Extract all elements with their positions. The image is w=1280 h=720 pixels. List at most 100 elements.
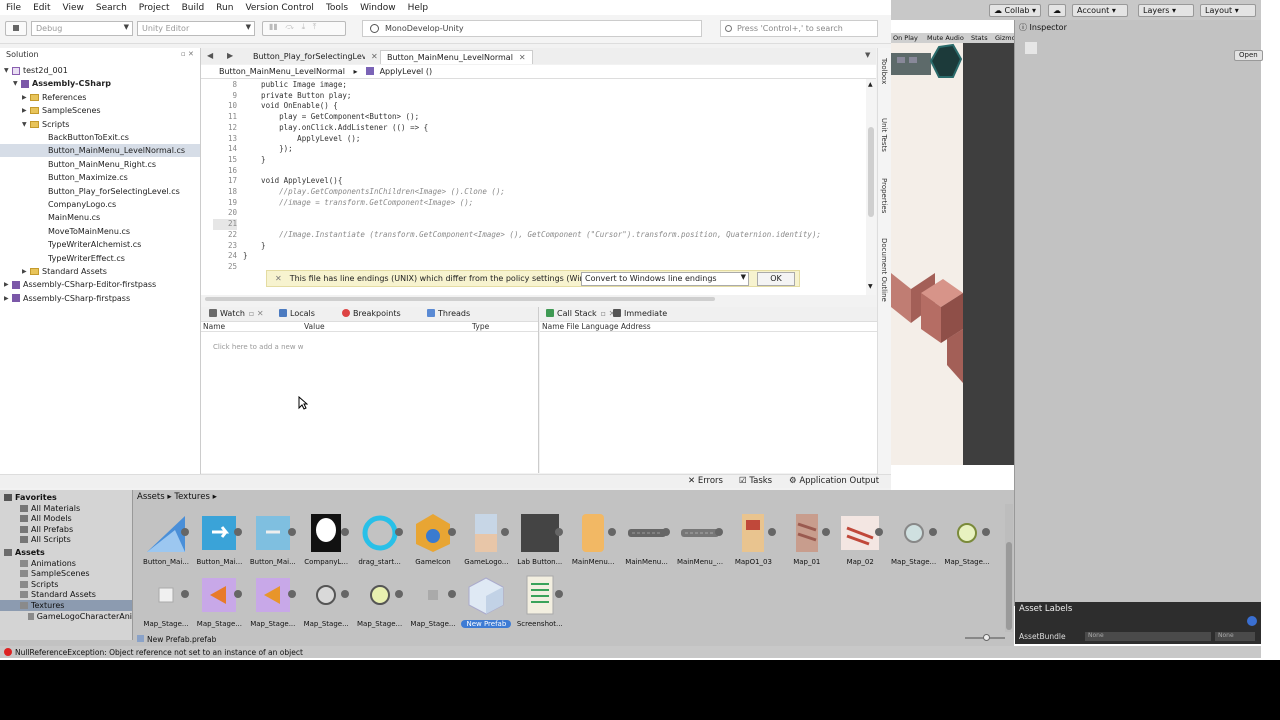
open-button[interactable]: Open xyxy=(1234,50,1263,61)
menu-view[interactable]: View xyxy=(57,3,90,13)
add-watch-hint[interactable]: Click here to add a new w xyxy=(213,343,304,351)
asset-item[interactable]: Map_Stage... xyxy=(408,574,458,632)
asset-item[interactable]: Map_01 xyxy=(782,512,832,570)
expand-arrow-icon[interactable] xyxy=(982,528,990,536)
code-line[interactable]: private Button play; xyxy=(243,91,351,100)
project-breadcrumb[interactable]: Assets ▸ Textures ▸ xyxy=(137,492,217,502)
collapsed-arrow-icon[interactable]: ▶ xyxy=(22,107,30,114)
asset-bundle-variant-select[interactable]: None xyxy=(1215,632,1255,641)
asset-item[interactable]: Screenshot... xyxy=(515,574,565,632)
cloud-button[interactable]: ☁ xyxy=(1048,4,1066,17)
project-tree-item[interactable]: All Scripts xyxy=(0,534,132,545)
expand-arrow-icon[interactable] xyxy=(821,528,830,536)
pad-close-icon[interactable]: ▫ ✕ xyxy=(181,50,194,58)
expand-arrow-icon[interactable] xyxy=(448,528,456,536)
asset-item[interactable]: CompanyL... xyxy=(301,512,351,570)
scroll-thumb[interactable] xyxy=(868,127,874,217)
menu-project[interactable]: Project xyxy=(133,3,176,13)
project-tree-item[interactable]: SampleScenes xyxy=(0,568,132,579)
close-icon[interactable]: ✕ xyxy=(519,53,526,62)
project-tree-item[interactable]: All Models xyxy=(0,513,132,524)
solution-item[interactable]: ▼ Scripts xyxy=(0,118,200,131)
errors-button[interactable]: ✕ Errors xyxy=(688,476,723,486)
console-status-bar[interactable]: NullReferenceException: Object reference… xyxy=(0,646,1261,658)
solution-item[interactable]: ▶ Standard Assets xyxy=(0,265,200,278)
tab-watch[interactable]: Watch ▫ ✕ xyxy=(209,309,264,318)
editor-vertical-scrollbar[interactable]: ▲ ▼ xyxy=(866,79,876,295)
expand-arrow-icon[interactable] xyxy=(234,590,243,598)
expand-arrow-icon[interactable] xyxy=(875,528,884,536)
code-line[interactable]: } xyxy=(243,251,248,260)
project-tree-item[interactable]: Favorites xyxy=(0,492,132,503)
code-line[interactable]: play.onClick.AddListener (() => { xyxy=(243,123,428,132)
code-line[interactable]: ApplyLevel (); xyxy=(243,134,360,143)
code-line[interactable]: //image = transform.GetComponent<Image> … xyxy=(243,198,473,207)
code-line[interactable]: public Image image; xyxy=(243,80,347,89)
application-output-button[interactable]: ⚙ Application Output xyxy=(789,476,879,486)
close-icon[interactable]: ▫ ✕ xyxy=(249,309,264,318)
asset-item[interactable]: drag_start... xyxy=(355,512,405,570)
expand-arrow-icon[interactable] xyxy=(554,528,563,536)
expand-arrow-icon[interactable] xyxy=(554,590,563,598)
asset-item[interactable]: Button_Mai... xyxy=(141,512,191,570)
layout-button[interactable]: Layout ▾ xyxy=(1200,4,1256,17)
expanded-arrow-icon[interactable]: ▼ xyxy=(22,121,30,128)
tab-breakpoints[interactable]: Breakpoints xyxy=(342,309,401,318)
project-tree-item[interactable]: All Prefabs xyxy=(0,524,132,535)
breadcrumb-method[interactable]: ApplyLevel () xyxy=(380,67,433,76)
project-tree-item[interactable]: Animations xyxy=(0,558,132,569)
expand-arrow-icon[interactable] xyxy=(928,528,937,536)
collab-button[interactable]: ☁ Collab ▾ xyxy=(989,4,1042,17)
solution-item[interactable]: ▶ SampleScenes xyxy=(0,104,200,117)
asset-item[interactable]: Map_Stage... xyxy=(194,574,244,632)
menu-version-control[interactable]: Version Control xyxy=(239,3,320,13)
code-editor[interactable]: 8 public Image image; 9 private Button pl… xyxy=(201,79,866,295)
asset-item[interactable]: Map_Stage... xyxy=(889,512,939,570)
asset-item[interactable]: Button_Mai... xyxy=(194,512,244,570)
code-line[interactable]: play = GetComponent<Button> (); xyxy=(243,112,419,121)
expand-arrow-icon[interactable] xyxy=(287,590,296,598)
project-scrollbar[interactable] xyxy=(1005,504,1013,632)
asset-item[interactable]: Button_Mai... xyxy=(248,512,298,570)
collapsed-arrow-icon[interactable]: ▶ xyxy=(22,94,30,101)
icon-size-slider[interactable] xyxy=(965,634,1005,641)
target-select[interactable]: Unity Editor ▼ xyxy=(137,21,255,36)
expand-arrow-icon[interactable] xyxy=(661,528,670,536)
close-icon[interactable]: ✕ xyxy=(275,274,282,283)
collapsed-arrow-icon[interactable]: ▶ xyxy=(4,295,12,302)
properties-tab[interactable]: Properties xyxy=(880,178,888,213)
project-tree-item[interactable]: Standard Assets xyxy=(0,589,132,600)
solution-item[interactable]: ▼ test2d_001 xyxy=(0,64,200,77)
tab-button-mainmenu-levelnormal[interactable]: Button_MainMenu_LevelNormal ✕ xyxy=(380,50,533,64)
scroll-thumb[interactable] xyxy=(205,297,715,301)
code-line[interactable]: //Image.Instantiate (transform.GetCompon… xyxy=(243,230,821,239)
breadcrumb-class[interactable]: Button_MainMenu_LevelNormal xyxy=(219,67,345,76)
run-button[interactable] xyxy=(5,21,27,36)
project-tree-item[interactable]: GameLogoCharacterAni xyxy=(0,611,132,622)
tab-button-play-for-selecting-level[interactable]: Button_Play_forSelectingLevel.cs✕ xyxy=(247,50,384,64)
ok-button[interactable]: OK xyxy=(757,272,795,286)
menu-window[interactable]: Window xyxy=(354,3,402,13)
expand-arrow-icon[interactable] xyxy=(715,528,723,536)
layers-button[interactable]: Layers ▾ xyxy=(1138,4,1194,17)
project-tree-item[interactable]: Textures xyxy=(0,600,132,611)
expand-arrow-icon[interactable] xyxy=(341,528,350,536)
asset-item[interactable]: MapO1_03 xyxy=(728,512,778,570)
project-tree-item[interactable]: All Materials xyxy=(0,503,132,514)
expand-arrow-icon[interactable] xyxy=(448,590,456,598)
expand-arrow-icon[interactable] xyxy=(501,528,510,536)
menu-help[interactable]: Help xyxy=(402,3,435,13)
expand-arrow-icon[interactable] xyxy=(394,528,403,536)
solution-item[interactable]: MoveToMainMenu.cs xyxy=(0,225,200,238)
solution-item[interactable]: Button_MainMenu_Right.cs xyxy=(0,158,200,171)
editor-horizontal-scrollbar[interactable] xyxy=(201,295,876,303)
code-line[interactable]: //play.GetComponentsInChildren<Image> ()… xyxy=(243,187,505,196)
expand-arrow-icon[interactable] xyxy=(181,528,189,536)
solution-item[interactable]: MainMenu.cs xyxy=(0,211,200,224)
tag-icon[interactable] xyxy=(1247,616,1257,626)
menu-tools[interactable]: Tools xyxy=(320,3,354,13)
expand-arrow-icon[interactable] xyxy=(608,528,617,536)
scroll-down-icon[interactable]: ▼ xyxy=(868,283,873,290)
project-tree-item[interactable]: Scripts xyxy=(0,579,132,590)
asset-item[interactable]: MainMenu... xyxy=(568,512,618,570)
